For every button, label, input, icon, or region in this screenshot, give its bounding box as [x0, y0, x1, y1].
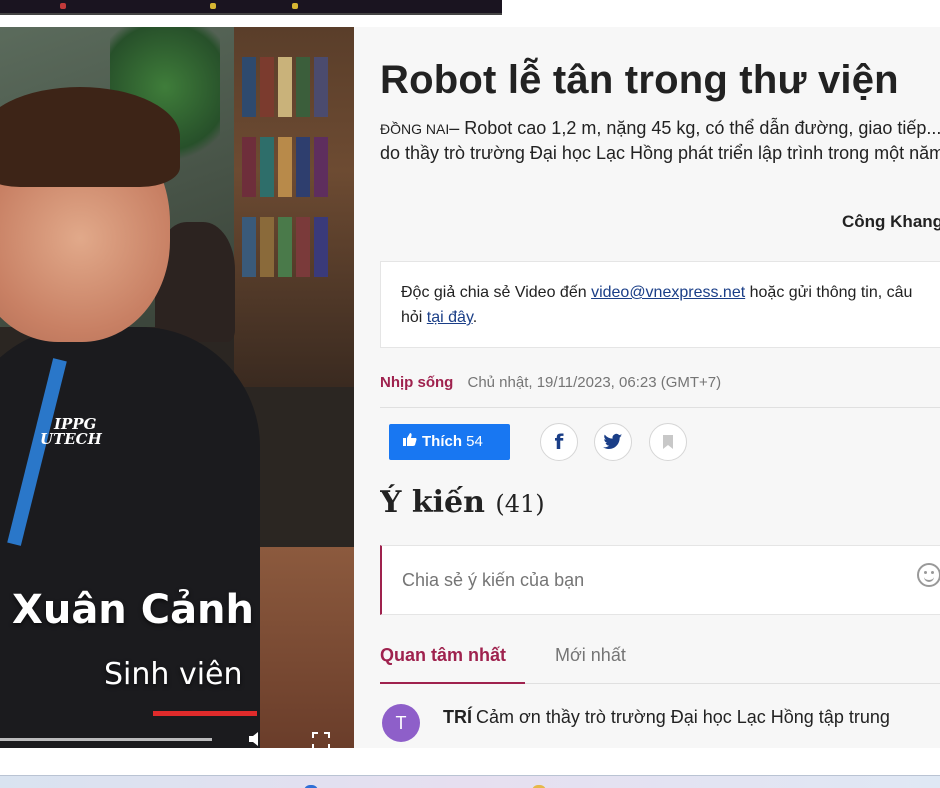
like-button[interactable]: Thích 54	[389, 424, 510, 460]
divider	[380, 407, 940, 408]
shirt-logo-line2: UTECH	[40, 430, 102, 448]
video-caption-role: Sinh viên	[104, 657, 243, 692]
video-progress-bar[interactable]	[0, 738, 212, 741]
like-count: 54	[466, 433, 483, 450]
article-lead: ĐỒNG NAI– Robot cao 1,2 m, nặng 45 kg, c…	[380, 116, 940, 165]
volume-icon[interactable]	[245, 730, 267, 748]
article-location: ĐỒNG NAI	[380, 121, 450, 137]
article-title: Robot lễ tân trong thư viện	[380, 58, 899, 102]
caption-accent-bar	[153, 711, 257, 716]
thumbnail-mark	[60, 3, 66, 9]
previous-video-thumbnail[interactable]	[0, 0, 502, 15]
shirt-logo: IPPG UTECH	[40, 417, 102, 447]
twitter-icon	[603, 433, 623, 449]
avatar[interactable]: T	[382, 704, 420, 742]
like-label: Thích	[422, 433, 462, 450]
comment-item: TRÍ Cảm ơn thầy trò trường Đại học Lạc Hồ…	[443, 707, 890, 728]
publish-datetime: Chủ nhật, 19/11/2023, 06:23 (GMT+7)	[467, 374, 722, 391]
thumbs-up-icon	[403, 424, 417, 460]
comments-count: (41)	[495, 490, 545, 518]
person-hair	[0, 87, 180, 187]
share-text: Độc giả chia sẻ Video đến	[401, 284, 592, 301]
share-here-link[interactable]: tại đây	[427, 309, 473, 326]
speaker-icon	[249, 732, 258, 746]
thumbnail-mark	[210, 3, 216, 9]
twitter-share-button[interactable]	[594, 423, 632, 461]
bookmark-icon	[663, 435, 673, 449]
active-tab-underline	[380, 682, 525, 684]
article: Robot lễ tân trong thư viện ĐỒNG NAI– Ro…	[380, 27, 940, 748]
video-caption-name: Xuân Cảnh	[12, 587, 255, 633]
tab-newest[interactable]: Mới nhất	[555, 645, 626, 666]
share-email-link[interactable]: video@vnexpress.net	[591, 284, 745, 301]
reader-share-box: Độc giả chia sẻ Video đến video@vnexpres…	[380, 261, 940, 348]
bookmark-button[interactable]	[649, 423, 687, 461]
article-meta: Nhịp sống Chủ nhật, 19/11/2023, 06:23 (G…	[380, 374, 721, 391]
comment-text: Cảm ơn thầy trò trường Đại học Lạc Hồng …	[476, 707, 890, 727]
tab-most-interested[interactable]: Quan tâm nhất	[380, 645, 506, 666]
comments-heading: Ý kiến (41)	[380, 485, 545, 520]
video-bookshelf	[234, 27, 354, 387]
category-link[interactable]: Nhịp sống	[380, 374, 453, 391]
article-lead-text: – Robot cao 1,2 m, nặng 45 kg, có thể dẫ…	[380, 118, 940, 163]
emoji-icon[interactable]	[917, 563, 940, 587]
fullscreen-icon[interactable]	[310, 730, 332, 748]
video-player[interactable]: IPPG UTECH Xuân Cảnh Sinh viên	[0, 27, 354, 748]
comment-user[interactable]: TRÍ	[443, 707, 472, 727]
facebook-share-button[interactable]: f	[540, 423, 578, 461]
comments-heading-label: Ý kiến	[380, 485, 485, 520]
share-text: .	[472, 309, 478, 326]
thumbnail-mark	[292, 3, 298, 9]
taskbar	[0, 775, 940, 788]
comment-input[interactable]: Chia sẻ ý kiến của bạn	[380, 545, 940, 615]
article-author: Công Khang	[842, 212, 940, 231]
facebook-icon: f	[554, 430, 564, 454]
